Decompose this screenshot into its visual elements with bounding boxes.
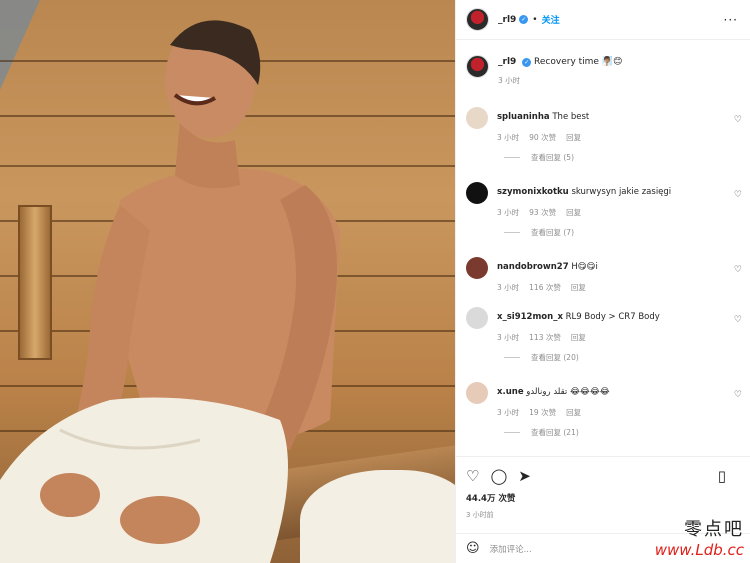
- author-avatar[interactable]: [466, 8, 489, 31]
- verified-badge-icon: ✓: [522, 58, 532, 67]
- comment-username[interactable]: nandobrown27: [497, 262, 569, 272]
- separator-dot: •: [532, 14, 538, 25]
- commenter-avatar[interactable]: [466, 257, 488, 279]
- share-send-icon[interactable]: ➤: [518, 467, 531, 485]
- view-replies-button[interactable]: 查看回复 (5): [504, 152, 740, 163]
- bookmark-icon[interactable]: ▯: [718, 467, 726, 485]
- comment-likes[interactable]: 113 次赞: [529, 333, 561, 342]
- comment-likes[interactable]: 116 次赞: [529, 283, 561, 292]
- comment-username[interactable]: x.une: [497, 387, 524, 397]
- comment-item: x.une تقلد رونالدو 😂😂😂😂 3 小时 19 次赞 回复 ♡ 查看…: [456, 382, 750, 457]
- reply-button[interactable]: 回复: [566, 208, 581, 217]
- reply-button[interactable]: 回复: [571, 333, 586, 342]
- caption-time: 3 小时: [498, 76, 521, 85]
- comment-text: تقلد رونالدو 😂😂😂😂: [526, 387, 610, 397]
- commenter-avatar[interactable]: [466, 382, 488, 404]
- comment-likes[interactable]: 19 次赞: [529, 408, 556, 417]
- comment-likes[interactable]: 93 次赞: [529, 208, 556, 217]
- caption-text: Recovery time 🧖🏽‍♂️😊: [534, 57, 623, 67]
- watermark-url: www.Ldb.cc: [654, 541, 744, 559]
- comment-username[interactable]: x_si912mon_x: [497, 312, 563, 322]
- heart-icon[interactable]: ♡: [734, 115, 742, 125]
- watermark-logo-text: 零点吧: [684, 519, 744, 540]
- more-options-icon[interactable]: ···: [724, 13, 738, 27]
- post-header: _rl9 ✓ • 关注 ···: [456, 0, 750, 40]
- comment-likes[interactable]: 90 次赞: [529, 133, 556, 142]
- heart-icon[interactable]: ♡: [734, 265, 742, 275]
- post-side-panel: _rl9 ✓ • 关注 ··· _rl9 ✓ Recovery time 🧖🏽‍…: [455, 0, 750, 563]
- commenter-avatar[interactable]: [466, 182, 488, 204]
- author-avatar[interactable]: [466, 55, 489, 78]
- commenter-avatar[interactable]: [466, 307, 488, 329]
- comment-text: H😋😋i: [571, 262, 598, 272]
- commenter-avatar[interactable]: [466, 107, 488, 129]
- view-replies-button[interactable]: 查看回复 (20): [504, 352, 740, 363]
- follow-button[interactable]: 关注: [542, 13, 560, 26]
- comment-text: RL9 Body > CR7 Body: [565, 312, 660, 322]
- heart-icon[interactable]: ♡: [734, 190, 742, 200]
- comment-time: 3 小时: [497, 333, 520, 342]
- comment-username[interactable]: spluaninha: [497, 112, 550, 122]
- comment-time: 3 小时: [497, 408, 520, 417]
- comment-item: szymonixkotku skurwysyn jakie zasięgi 3 …: [456, 182, 750, 257]
- comment-time: 3 小时: [497, 283, 520, 292]
- reply-button[interactable]: 回复: [571, 283, 586, 292]
- like-heart-icon[interactable]: ♡: [466, 467, 479, 485]
- reply-button[interactable]: 回复: [566, 133, 581, 142]
- author-username[interactable]: _rl9: [498, 15, 516, 25]
- reply-button[interactable]: 回复: [566, 408, 581, 417]
- comment-item: spluaninha The best 3 小时 90 次赞 回复 ♡ 查看回复 (…: [456, 107, 750, 182]
- post-photo[interactable]: [0, 0, 455, 563]
- site-watermark: 零点吧 www.Ldb.cc: [655, 515, 744, 559]
- heart-icon[interactable]: ♡: [734, 315, 742, 325]
- comment-text: skurwysyn jakie zasięgi: [571, 187, 672, 197]
- comment-time: 3 小时: [497, 208, 520, 217]
- like-count[interactable]: 44.4万 次赞: [466, 492, 741, 504]
- comment-text: The best: [552, 112, 590, 122]
- comment-item: x_si912mon_x RL9 Body > CR7 Body 3 小时 113…: [456, 307, 750, 382]
- heart-icon[interactable]: ♡: [734, 390, 742, 400]
- caption-line: _rl9 ✓ Recovery time 🧖🏽‍♂️😊: [498, 55, 622, 69]
- emoji-icon[interactable]: ☺: [466, 541, 480, 556]
- post-caption: _rl9 ✓ Recovery time 🧖🏽‍♂️😊 3 小时: [456, 40, 750, 107]
- view-replies-button[interactable]: 查看回复 (21): [504, 427, 740, 438]
- comment-time: 3 小时: [497, 133, 520, 142]
- view-replies-button[interactable]: 查看回复 (7): [504, 227, 740, 238]
- verified-badge-icon: ✓: [519, 15, 529, 24]
- comment-bubble-icon[interactable]: ◯: [490, 467, 507, 485]
- comment-username[interactable]: szymonixkotku: [497, 187, 569, 197]
- add-comment-input[interactable]: 添加评论...: [490, 543, 532, 555]
- caption-username[interactable]: _rl9: [498, 57, 516, 67]
- comment-item: nandobrown27 H😋😋i 3 小时 116 次赞 回复 ♡: [456, 257, 750, 307]
